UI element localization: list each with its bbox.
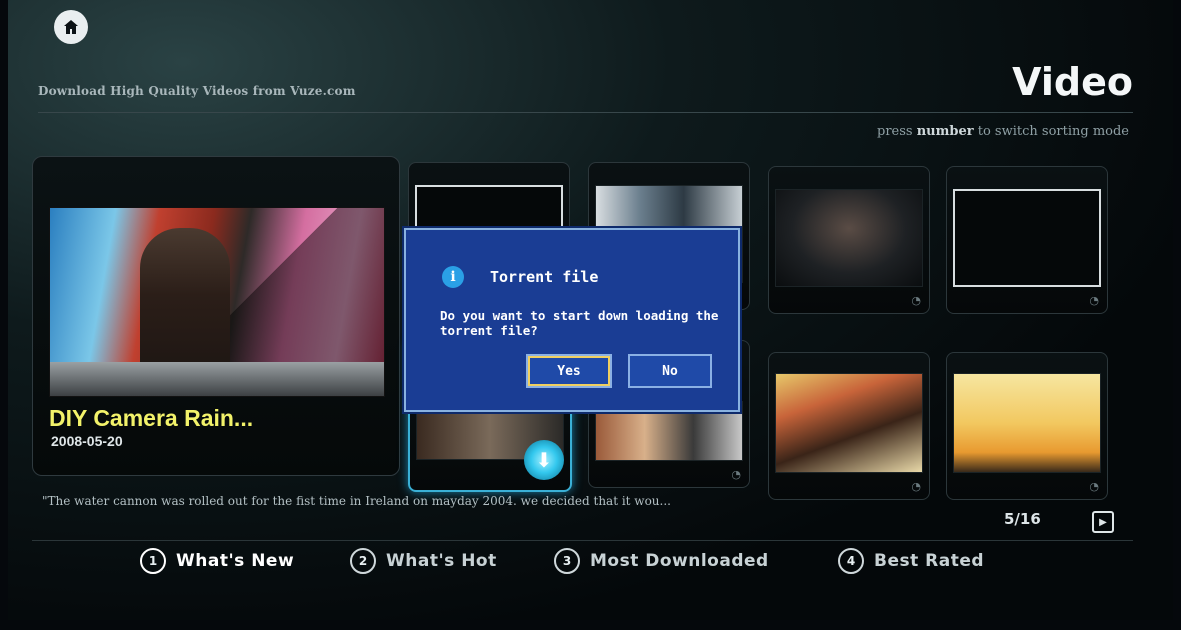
video-tile-3[interactable]: ◔: [768, 166, 930, 314]
tab-number: 3: [554, 548, 580, 574]
home-button[interactable]: [54, 10, 88, 44]
video-thumbnail: [775, 373, 923, 473]
views-icon: ◔: [1089, 480, 1099, 493]
sort-hint-prefix: press: [877, 124, 913, 139]
page-indicator: 5/16: [1004, 510, 1041, 528]
tab-number: 2: [350, 548, 376, 574]
chevron-right-icon: ▶: [1099, 516, 1107, 528]
video-tile-4[interactable]: ◔: [946, 166, 1108, 314]
brand-tagline: Download High Quality Videos from Vuze.c…: [38, 84, 356, 98]
sort-hint: press number to switch sorting mode: [877, 124, 1129, 139]
featured-thumbnail: [49, 207, 385, 397]
views-icon: ◔: [731, 468, 741, 481]
video-thumbnail: [953, 189, 1101, 287]
footer-divider: [32, 540, 1133, 541]
tab-label: What's New: [176, 551, 295, 571]
tab-label: What's Hot: [386, 551, 497, 571]
tab-label: Most Downloaded: [590, 551, 769, 571]
video-description: "The water cannon was rolled out for the…: [42, 494, 671, 508]
tab-best-rated[interactable]: 4 Best Rated: [838, 548, 984, 574]
next-page-button[interactable]: ▶: [1092, 511, 1114, 533]
home-icon: [64, 20, 78, 34]
torrent-dialog: i Torrent file Do you want to start down…: [404, 228, 740, 412]
views-icon: ◔: [1089, 294, 1099, 307]
featured-title: DIY Camera Rain...: [49, 405, 254, 431]
header-divider: [38, 112, 1133, 113]
tab-most-downloaded[interactable]: 3 Most Downloaded: [554, 548, 769, 574]
views-icon: ◔: [911, 480, 921, 493]
video-thumbnail: [953, 373, 1101, 473]
featured-video-card[interactable]: DIY Camera Rain... 2008-05-20: [32, 156, 400, 476]
download-icon: ⬇: [524, 440, 564, 480]
info-icon: i: [442, 266, 464, 288]
featured-date: 2008-05-20: [51, 433, 123, 449]
tab-number: 4: [838, 548, 864, 574]
page-title: Video: [1012, 60, 1133, 104]
sort-hint-key: number: [916, 124, 974, 139]
sort-hint-suffix: to switch sorting mode: [977, 124, 1129, 139]
video-tile-8[interactable]: ◔: [946, 352, 1108, 500]
tab-whats-new[interactable]: 1 What's New: [140, 548, 294, 574]
tab-label: Best Rated: [874, 551, 985, 571]
video-tile-7[interactable]: ◔: [768, 352, 930, 500]
tab-number: 1: [140, 548, 166, 574]
yes-button[interactable]: Yes: [526, 354, 612, 388]
tab-whats-hot[interactable]: 2 What's Hot: [350, 548, 497, 574]
no-button[interactable]: No: [628, 354, 712, 388]
video-thumbnail: [775, 189, 923, 287]
thumbnail-table: [50, 362, 384, 396]
dialog-title: Torrent file: [490, 268, 599, 286]
dialog-message: Do you want to start down loading the to…: [440, 308, 719, 338]
views-icon: ◔: [911, 294, 921, 307]
media-screen: Download High Quality Videos from Vuze.c…: [8, 0, 1173, 620]
